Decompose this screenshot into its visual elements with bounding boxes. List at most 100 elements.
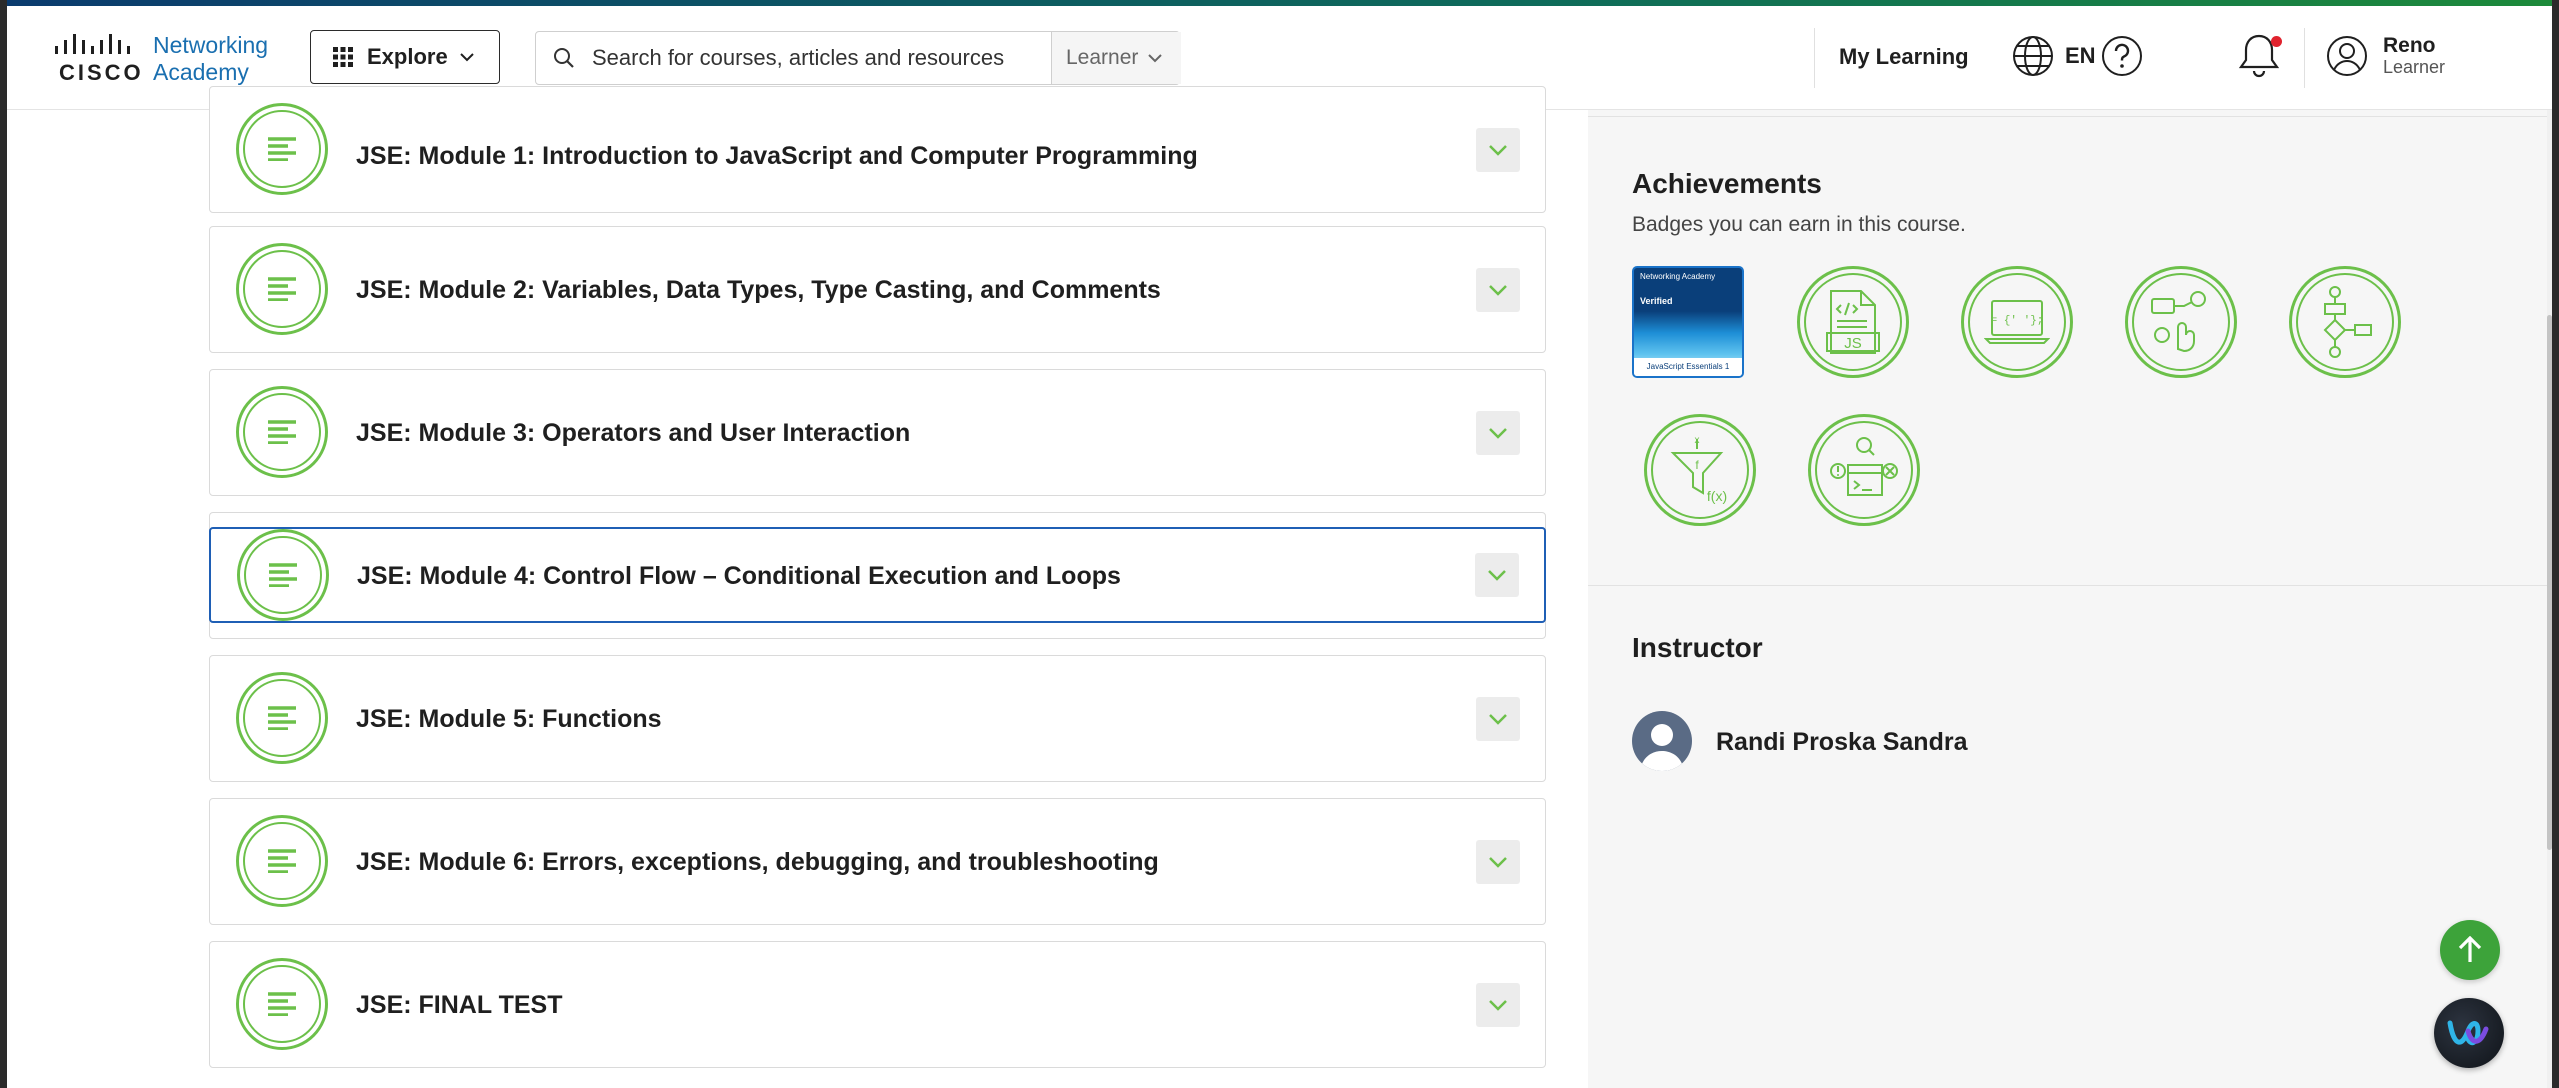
expand-button[interactable] bbox=[1476, 128, 1520, 172]
user-role: Learner bbox=[2383, 57, 2446, 77]
expand-button[interactable] bbox=[1476, 697, 1520, 741]
window-left-edge bbox=[0, 0, 7, 1088]
notification-dot bbox=[2271, 36, 2282, 47]
user-menu[interactable]: Reno Learner bbox=[2325, 34, 2445, 78]
interaction-badge-icon bbox=[2151, 291, 2206, 353]
language-selector[interactable]: EN bbox=[2011, 34, 2096, 78]
text-lines-icon bbox=[268, 277, 296, 301]
flowchart-badge[interactable] bbox=[2289, 266, 2401, 378]
badge-verified-label: Verified bbox=[1640, 296, 1673, 306]
interaction-badge[interactable] bbox=[2125, 266, 2237, 378]
brand-line-2: Academy bbox=[153, 59, 249, 85]
verified-badge[interactable]: Networking Academy Verified JavaScript E… bbox=[1632, 266, 1744, 378]
search-bar: Learner bbox=[535, 31, 1181, 85]
module-card[interactable]: JSE: Module 2: Variables, Data Types, Ty… bbox=[209, 226, 1546, 353]
search-icon bbox=[554, 48, 574, 68]
module-ring bbox=[236, 815, 328, 907]
window-right-edge bbox=[2552, 0, 2559, 1088]
header-divider bbox=[2304, 28, 2305, 88]
cisco-wordmark: CISCO bbox=[59, 60, 144, 85]
module-title: JSE: Module 3: Operators and User Intera… bbox=[356, 419, 911, 447]
text-lines-icon bbox=[268, 849, 296, 873]
module-card[interactable]: JSE: Module 3: Operators and User Intera… bbox=[209, 369, 1546, 496]
netacad-logo[interactable]: CISCO Networking Academy bbox=[55, 30, 280, 90]
module-card[interactable]: JSE: Module 5: Functions bbox=[209, 655, 1546, 782]
language-code: EN bbox=[2065, 43, 2096, 68]
user-avatar-icon bbox=[2327, 36, 2367, 76]
globe-icon bbox=[2013, 36, 2053, 76]
js-file-badge[interactable]: JS bbox=[1797, 266, 1909, 378]
module-ring bbox=[237, 529, 329, 621]
instructor-avatar bbox=[1632, 711, 1692, 771]
role-select-value: Learner bbox=[1066, 46, 1139, 69]
svg-text:x: x bbox=[1695, 435, 1700, 446]
help-circle-icon bbox=[2102, 36, 2142, 76]
text-lines-icon bbox=[268, 420, 296, 444]
user-name: Reno bbox=[2383, 34, 2436, 57]
chevron-down-icon bbox=[1489, 857, 1507, 868]
arrow-up-icon bbox=[2458, 936, 2482, 962]
expand-button[interactable] bbox=[1476, 983, 1520, 1027]
svg-text:JS: JS bbox=[1844, 335, 1862, 352]
debug-console-badge-icon bbox=[1830, 437, 1898, 496]
debug-console-badge[interactable] bbox=[1808, 414, 1920, 526]
expand-button[interactable] bbox=[1475, 553, 1519, 597]
js-file-badge-icon: JS bbox=[1826, 290, 1880, 354]
netacad-brand-text: Networking Academy bbox=[153, 32, 268, 86]
text-lines-icon bbox=[269, 563, 297, 587]
chevron-down-icon bbox=[1148, 54, 1163, 63]
module-card[interactable]: JSE: Module 1: Introduction to JavaScrip… bbox=[209, 86, 1546, 213]
instructor-name[interactable]: Randi Proska Sandra bbox=[1716, 728, 1967, 757]
module-card[interactable]: JSE: FINAL TEST bbox=[209, 941, 1546, 1068]
notifications-button[interactable] bbox=[2237, 32, 2282, 85]
my-learning-link[interactable]: My Learning bbox=[1839, 44, 1969, 70]
chevron-down-icon bbox=[1489, 285, 1507, 296]
module-title: JSE: Module 1: Introduction to JavaScrip… bbox=[356, 142, 1198, 170]
scroll-to-top-button[interactable] bbox=[2440, 920, 2500, 980]
module-title: JSE: FINAL TEST bbox=[356, 991, 563, 1019]
explore-label: Explore bbox=[367, 44, 448, 69]
cisco-bars-icon bbox=[55, 34, 130, 54]
badge-course-name: JavaScript Essentials 1 bbox=[1634, 358, 1742, 376]
text-lines-icon bbox=[268, 992, 296, 1016]
module-ring bbox=[236, 386, 328, 478]
module-title: JSE: Module 4: Control Flow – Conditiona… bbox=[357, 562, 1121, 590]
flowchart-badge-icon bbox=[2323, 286, 2372, 358]
header-divider bbox=[1814, 28, 1815, 88]
svg-text:= {' '};: = {' '}; bbox=[1991, 315, 2044, 327]
help-button[interactable] bbox=[2100, 34, 2144, 83]
module-ring bbox=[236, 103, 328, 195]
module-card-selected[interactable]: JSE: Module 4: Control Flow – Conditiona… bbox=[209, 527, 1546, 623]
chevron-down-icon bbox=[459, 53, 474, 62]
achievements-subtitle: Badges you can earn in this course. bbox=[1632, 213, 1966, 236]
module-ring bbox=[236, 243, 328, 335]
module-card[interactable]: JSE: Module 6: Errors, exceptions, debug… bbox=[209, 798, 1546, 925]
text-lines-icon bbox=[268, 137, 296, 161]
search-input[interactable] bbox=[592, 45, 1032, 71]
person-silhouette-icon bbox=[1640, 724, 1684, 771]
module-ring bbox=[236, 672, 328, 764]
module-title: JSE: Module 6: Errors, exceptions, debug… bbox=[356, 848, 1159, 876]
expand-button[interactable] bbox=[1476, 411, 1520, 455]
role-select[interactable]: Learner bbox=[1051, 32, 1181, 84]
laptop-code-badge[interactable]: = {' '}; bbox=[1961, 266, 2073, 378]
module-title: JSE: Module 5: Functions bbox=[356, 705, 662, 733]
grid-icon bbox=[333, 47, 353, 67]
expand-button[interactable] bbox=[1476, 268, 1520, 312]
function-filter-badge[interactable]: x f f(x) bbox=[1644, 414, 1756, 526]
chevron-down-icon bbox=[1488, 570, 1506, 581]
explore-button[interactable]: Explore bbox=[310, 30, 500, 84]
chevron-down-icon bbox=[1489, 1000, 1507, 1011]
divider bbox=[1588, 585, 2552, 586]
chevron-down-icon bbox=[1489, 714, 1507, 725]
webex-assistant-button[interactable] bbox=[2434, 998, 2504, 1068]
text-lines-icon bbox=[268, 706, 296, 730]
expand-button[interactable] bbox=[1476, 840, 1520, 884]
chevron-down-icon bbox=[1489, 145, 1507, 156]
badge-brand-text: Networking Academy bbox=[1640, 272, 1716, 281]
module-title: JSE: Module 2: Variables, Data Types, Ty… bbox=[356, 276, 1161, 304]
chevron-down-icon bbox=[1489, 428, 1507, 439]
brand-line-1: Networking bbox=[153, 32, 269, 58]
webex-logo-icon bbox=[2447, 1020, 2489, 1046]
course-sidebar: Achievements Badges you can earn in this… bbox=[1588, 110, 2552, 1088]
